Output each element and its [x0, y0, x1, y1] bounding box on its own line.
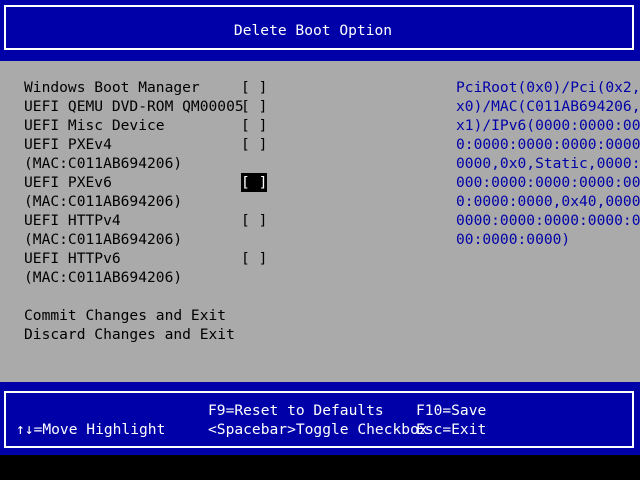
help-line: 000:0000:0000:0000:000	[456, 174, 640, 191]
key-hint-exit: Esc=Exit	[416, 421, 487, 438]
boot-option-uefi-httpv6[interactable]: UEFI HTTPv6	[24, 249, 121, 268]
help-line: PciRoot(0x0)/Pci(0x2,0	[456, 79, 640, 96]
commit-changes-button[interactable]: Commit Changes and Exit	[24, 306, 226, 325]
help-line: 0000,0x0,Static,0000:0	[456, 155, 640, 172]
key-hint-save: F10=Save	[416, 402, 487, 419]
boot-option-uefi-httpv4-mac: (MAC:C011AB694206)	[24, 231, 183, 248]
boot-option-uefi-qemu-dvd-rom[interactable]: UEFI QEMU DVD-ROM QM00005	[24, 97, 244, 116]
checkbox-uefi-qemu-dvd-rom[interactable]: [ ]	[241, 97, 267, 116]
discard-changes-button[interactable]: Discard Changes and Exit	[24, 325, 235, 344]
help-line: 0:0000:0000,0x40,0000:	[456, 193, 640, 210]
boot-option-uefi-httpv6-mac: (MAC:C011AB694206)	[24, 269, 183, 286]
checkbox-uefi-pxev4[interactable]: [ ]	[241, 135, 267, 154]
boot-option-windows-boot-manager[interactable]: Windows Boot Manager	[24, 78, 200, 97]
checkbox-uefi-httpv4[interactable]: [ ]	[241, 211, 267, 230]
boot-option-uefi-misc-device[interactable]: UEFI Misc Device	[24, 116, 165, 135]
help-line: x1)/IPv6(0000:0000:000	[456, 117, 640, 134]
help-line: 00:0000:0000)	[456, 231, 571, 248]
key-hint-toggle-checkbox: <Spacebar>Toggle Checkbox	[208, 421, 428, 438]
boot-option-uefi-pxev4-mac: (MAC:C011AB694206)	[24, 155, 183, 172]
key-hint-reset-defaults: F9=Reset to Defaults	[208, 402, 384, 419]
help-line: 0:0000:0000:0000:0000:	[456, 136, 640, 153]
boot-option-uefi-pxev4[interactable]: UEFI PXEv4	[24, 135, 112, 154]
page-title: Delete Boot Option	[233, 22, 393, 39]
key-hint-move-highlight: ↑↓=Move Highlight	[16, 421, 166, 438]
help-line: 0000:0000:0000:0000:00	[456, 212, 640, 229]
bottom-black-bar	[0, 455, 640, 480]
boot-option-uefi-httpv4[interactable]: UEFI HTTPv4	[24, 211, 121, 230]
checkbox-windows-boot-manager[interactable]: [ ]	[241, 78, 267, 97]
checkbox-uefi-httpv6[interactable]: [ ]	[241, 249, 267, 268]
boot-option-uefi-pxev6-mac: (MAC:C011AB694206)	[24, 193, 183, 210]
help-line: x0)/MAC(C011AB694206,0	[456, 98, 640, 115]
checkbox-uefi-misc-device[interactable]: [ ]	[241, 116, 267, 135]
boot-option-uefi-pxev6[interactable]: UEFI PXEv6	[24, 173, 112, 192]
checkbox-uefi-pxev6-highlighted[interactable]: [ ]	[241, 173, 268, 192]
